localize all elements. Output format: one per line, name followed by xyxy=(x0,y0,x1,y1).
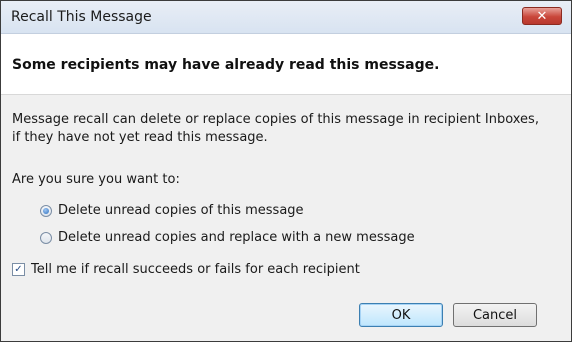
cancel-button[interactable]: Cancel xyxy=(453,303,537,327)
description-line-2: if they have not yet read this message. xyxy=(12,130,268,145)
checkbox-checked-icon[interactable]: ✓ xyxy=(12,263,25,276)
radio-delete-and-replace[interactable]: Delete unread copies and replace with a … xyxy=(40,230,415,245)
warning-heading: Some recipients may have already read th… xyxy=(12,57,440,73)
notify-checkbox-row[interactable]: ✓ Tell me if recall succeeds or fails fo… xyxy=(12,262,360,277)
radio-label: Delete unread copies of this message xyxy=(58,203,304,218)
description-text: Message recall can delete or replace cop… xyxy=(12,111,560,147)
radio-label: Delete unread copies and replace with a … xyxy=(58,230,415,245)
radio-delete-unread[interactable]: Delete unread copies of this message xyxy=(40,203,304,218)
window-title: Recall This Message xyxy=(11,9,152,25)
question-label: Are you sure you want to: xyxy=(12,172,180,187)
recall-dialog: Recall This Message ✕ Some recipients ma… xyxy=(0,0,572,342)
warning-banner: Some recipients may have already read th… xyxy=(1,34,571,95)
ok-button[interactable]: OK xyxy=(359,303,443,327)
checkbox-label: Tell me if recall succeeds or fails for … xyxy=(31,262,360,277)
description-line-1: Message recall can delete or replace cop… xyxy=(12,112,539,127)
close-icon: ✕ xyxy=(536,8,548,24)
close-button[interactable]: ✕ xyxy=(522,7,562,25)
radio-unselected-icon[interactable] xyxy=(40,231,52,244)
radio-selected-icon[interactable] xyxy=(40,204,52,217)
title-bar[interactable]: Recall This Message ✕ xyxy=(1,1,571,34)
